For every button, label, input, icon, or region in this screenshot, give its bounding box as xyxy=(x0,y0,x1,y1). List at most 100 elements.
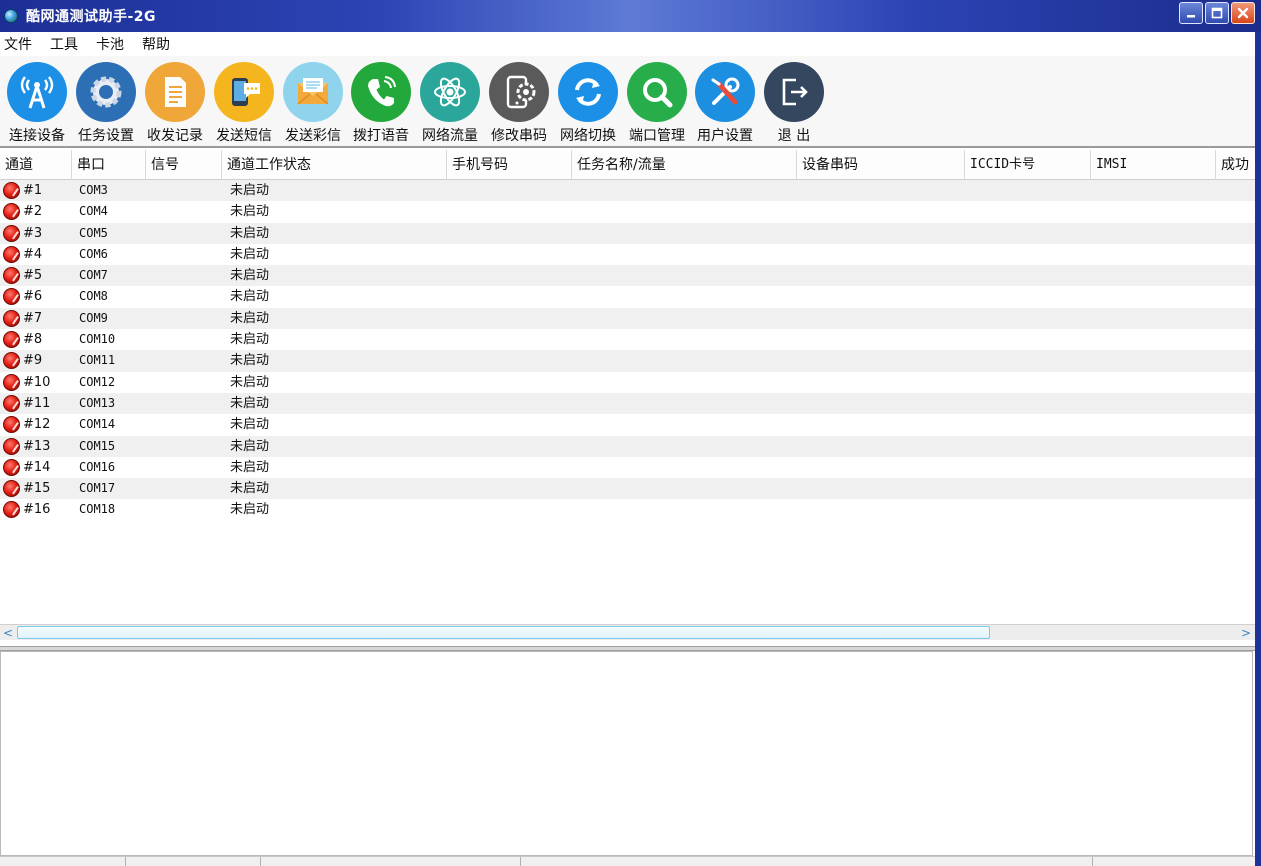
table-row[interactable]: #6 COM8 未启动 xyxy=(0,286,1255,308)
table-row[interactable]: #5 COM7 未启动 xyxy=(0,265,1255,287)
send-mms-button[interactable]: 发送彩信 xyxy=(283,62,343,145)
modify-imei-button[interactable]: 修改串码 xyxy=(489,62,549,145)
cell-channel: #9 xyxy=(23,353,43,369)
menu-tools[interactable]: 工具 xyxy=(50,34,78,54)
status-panel xyxy=(0,857,126,866)
toolbar: 连接设备 任务设置 收发记录 发送短信 发送彩信 拨打语音 网络流量 修改串码 … xyxy=(0,56,1255,148)
port-management-label: 端口管理 xyxy=(629,128,685,144)
task-settings-button[interactable]: 任务设置 xyxy=(76,62,136,145)
send-sms-button[interactable]: 发送短信 xyxy=(214,62,274,145)
table-row[interactable]: #16 COM18 未启动 xyxy=(0,499,1255,521)
status-dot-icon xyxy=(3,203,20,221)
column-header-imei[interactable]: 设备串码 xyxy=(797,150,965,180)
cell-status: 未启动 xyxy=(230,289,270,305)
status-bar xyxy=(0,856,1255,866)
magnifier-icon xyxy=(627,62,687,122)
exit-icon xyxy=(764,62,824,122)
minimize-button[interactable] xyxy=(1179,2,1203,24)
network-traffic-button[interactable]: 网络流量 xyxy=(420,62,480,145)
cell-port: COM12 xyxy=(79,374,116,389)
status-dot-icon xyxy=(3,458,20,476)
cell-channel: #16 xyxy=(23,502,51,518)
cell-status: 未启动 xyxy=(230,395,270,411)
cell-status: 未启动 xyxy=(230,417,270,433)
table-row[interactable]: #9 COM11 未启动 xyxy=(0,350,1255,372)
status-panel xyxy=(261,857,521,866)
table-row[interactable]: #7 COM9 未启动 xyxy=(0,307,1255,330)
column-header-signal[interactable]: 信号 xyxy=(146,150,222,180)
maximize-icon xyxy=(1211,7,1223,19)
port-management-button[interactable]: 端口管理 xyxy=(627,62,687,145)
cell-port: COM7 xyxy=(79,268,108,283)
cell-port: COM5 xyxy=(79,225,108,240)
column-header-task[interactable]: 任务名称/流量 xyxy=(572,150,797,180)
table-row[interactable]: #12 COM14 未启动 xyxy=(0,414,1255,436)
column-header-status[interactable]: 通道工作状态 xyxy=(222,150,447,180)
close-button[interactable] xyxy=(1231,2,1255,24)
cell-port: COM10 xyxy=(79,332,116,347)
table-row[interactable]: #2 COM4 未启动 xyxy=(0,201,1255,223)
table-row[interactable]: #1 COM3 未启动 xyxy=(0,180,1255,202)
cell-channel: #1 xyxy=(23,183,43,198)
cell-port: COM4 xyxy=(79,204,108,219)
table-row[interactable]: #8 COM10 未启动 xyxy=(0,329,1255,351)
cell-status: 未启动 xyxy=(230,183,270,198)
cell-status: 未启动 xyxy=(230,310,270,326)
column-header-phone[interactable]: 手机号码 xyxy=(447,150,572,180)
menu-file[interactable]: 文件 xyxy=(4,34,32,54)
tools-icon xyxy=(695,62,755,122)
cell-port: COM11 xyxy=(79,353,116,368)
table-body: #1 COM3 未启动 #2 COM4 未启动 #3 COM5 未启动 #4 COM6 未启动 #5 CO… xyxy=(0,180,1255,521)
column-header-port[interactable]: 串口 xyxy=(72,150,146,180)
cell-status: 未启动 xyxy=(230,459,270,475)
scroll-left-button[interactable]: < xyxy=(0,625,16,640)
cell-status: 未启动 xyxy=(230,246,270,262)
cell-status: 未启动 xyxy=(230,332,270,348)
refresh-icon xyxy=(558,62,618,122)
cell-port: COM17 xyxy=(79,481,116,496)
column-header-success[interactable]: 成功 xyxy=(1216,150,1255,180)
log-pane[interactable] xyxy=(0,651,1253,856)
network-switch-button[interactable]: 网络切换 xyxy=(558,62,618,145)
records-button[interactable]: 收发记录 xyxy=(145,62,205,145)
table-row[interactable]: #15 COM17 未启动 xyxy=(0,478,1255,500)
table-row[interactable]: #10 COM12 未启动 xyxy=(0,371,1255,393)
status-dot-icon xyxy=(3,267,20,285)
phone-call-icon xyxy=(351,62,411,122)
status-dot-icon xyxy=(3,331,20,349)
cell-port: COM8 xyxy=(79,289,108,304)
exit-button[interactable]: 退 出 xyxy=(764,62,824,145)
menu-help[interactable]: 帮助 xyxy=(142,34,170,54)
cell-channel: #5 xyxy=(23,268,43,284)
user-settings-label: 用户设置 xyxy=(697,128,753,144)
table-row[interactable]: #14 COM16 未启动 xyxy=(0,456,1255,479)
scrollbar-thumb[interactable] xyxy=(17,626,990,639)
table-header: 通道 串口 信号 通道工作状态 手机号码 任务名称/流量 设备串码 ICCID卡… xyxy=(0,150,1255,180)
connect-device-button[interactable]: 连接设备 xyxy=(7,62,67,145)
maximize-button[interactable] xyxy=(1205,2,1229,24)
cell-status: 未启动 xyxy=(230,438,270,454)
cell-port: COM15 xyxy=(79,438,116,453)
menu-card-pool[interactable]: 卡池 xyxy=(96,34,124,54)
cell-channel: #7 xyxy=(23,310,43,326)
cell-status: 未启动 xyxy=(230,353,270,369)
column-header-channel[interactable]: 通道 xyxy=(0,150,72,180)
cell-status: 未启动 xyxy=(230,374,270,390)
table-row[interactable]: #3 COM5 未启动 xyxy=(0,222,1255,244)
voice-call-button[interactable]: 拨打语音 xyxy=(351,62,411,145)
column-header-imsi[interactable]: IMSI xyxy=(1091,150,1216,180)
phone-gear-icon xyxy=(489,62,549,122)
cell-channel: #15 xyxy=(23,481,51,497)
table-row[interactable]: #11 COM13 未启动 xyxy=(0,392,1255,415)
scroll-right-button[interactable]: > xyxy=(1238,625,1254,640)
status-dot-icon xyxy=(3,480,20,498)
cell-port: COM6 xyxy=(79,246,108,261)
app-globe-icon xyxy=(4,9,18,23)
cell-port: COM16 xyxy=(79,459,116,474)
horizontal-scrollbar[interactable]: < > xyxy=(0,624,1255,640)
table-row[interactable]: #13 COM15 未启动 xyxy=(0,435,1255,457)
table-row[interactable]: #4 COM6 未启动 xyxy=(0,243,1255,266)
user-settings-button[interactable]: 用户设置 xyxy=(695,62,755,145)
column-header-iccid[interactable]: ICCID卡号 xyxy=(965,150,1091,180)
task-settings-label: 任务设置 xyxy=(78,128,134,144)
